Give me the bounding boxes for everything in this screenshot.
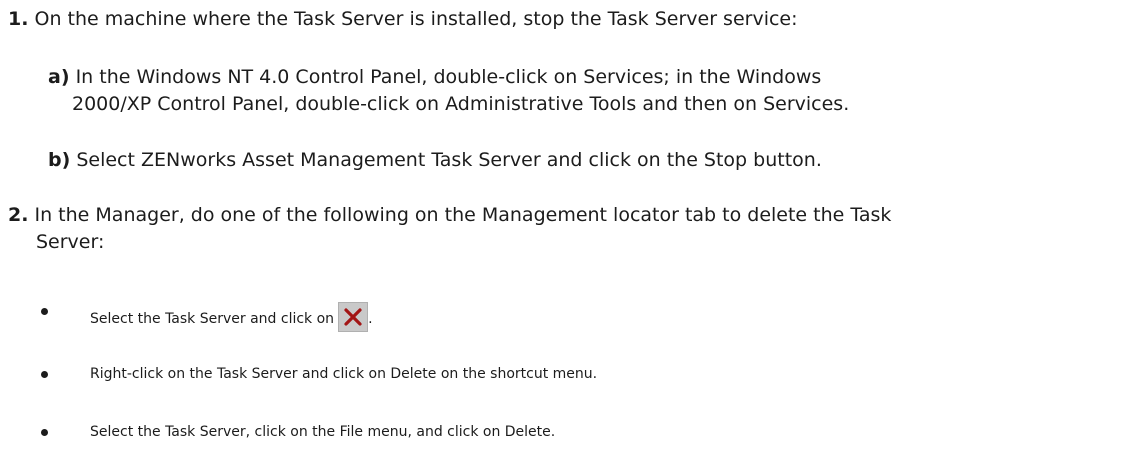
- bullet-suffix: .: [368, 311, 373, 327]
- substep-letter: b): [48, 149, 71, 171]
- substep-a: a) In the Windows NT 4.0 Control Panel, …: [48, 64, 849, 118]
- bullet-dot: [41, 429, 48, 436]
- substep-text-line1: In the Windows NT 4.0 Control Panel, dou…: [75, 66, 822, 88]
- step-text-line1: In the Manager, do one of the following …: [34, 204, 892, 226]
- delete-x-icon: [338, 302, 369, 332]
- bullet-text: Right-click on the Task Server and click…: [90, 366, 598, 382]
- bullet-item: Select the Task Server, click on the Fil…: [41, 423, 741, 443]
- step-2: 2. In the Manager, do one of the followi…: [8, 202, 891, 256]
- substep-letter: a): [48, 66, 70, 88]
- step-number: 1.: [8, 8, 29, 30]
- substep-text-line2: 2000/XP Control Panel, double-click on A…: [72, 93, 850, 115]
- step-1: 1. On the machine where the Task Server …: [8, 6, 798, 33]
- bullet-text: Select the Task Server and click on: [90, 311, 335, 327]
- substep-b: b) Select ZENworks Asset Management Task…: [48, 147, 822, 174]
- bullet-text: Select the Task Server, click on the Fil…: [90, 424, 556, 440]
- substep-text: Select ZENworks Asset Management Task Se…: [76, 149, 822, 171]
- document-page: 1. On the machine where the Task Server …: [0, 0, 1133, 463]
- step-number: 2.: [8, 204, 29, 226]
- bullet-dot: [41, 308, 48, 315]
- bullet-item: Right-click on the Task Server and click…: [41, 365, 741, 385]
- step-text: On the machine where the Task Server is …: [34, 8, 798, 30]
- bullet-item: Select the Task Server and click on .: [41, 302, 741, 332]
- bullet-dot: [41, 371, 48, 378]
- step-text-line2: Server:: [36, 231, 105, 253]
